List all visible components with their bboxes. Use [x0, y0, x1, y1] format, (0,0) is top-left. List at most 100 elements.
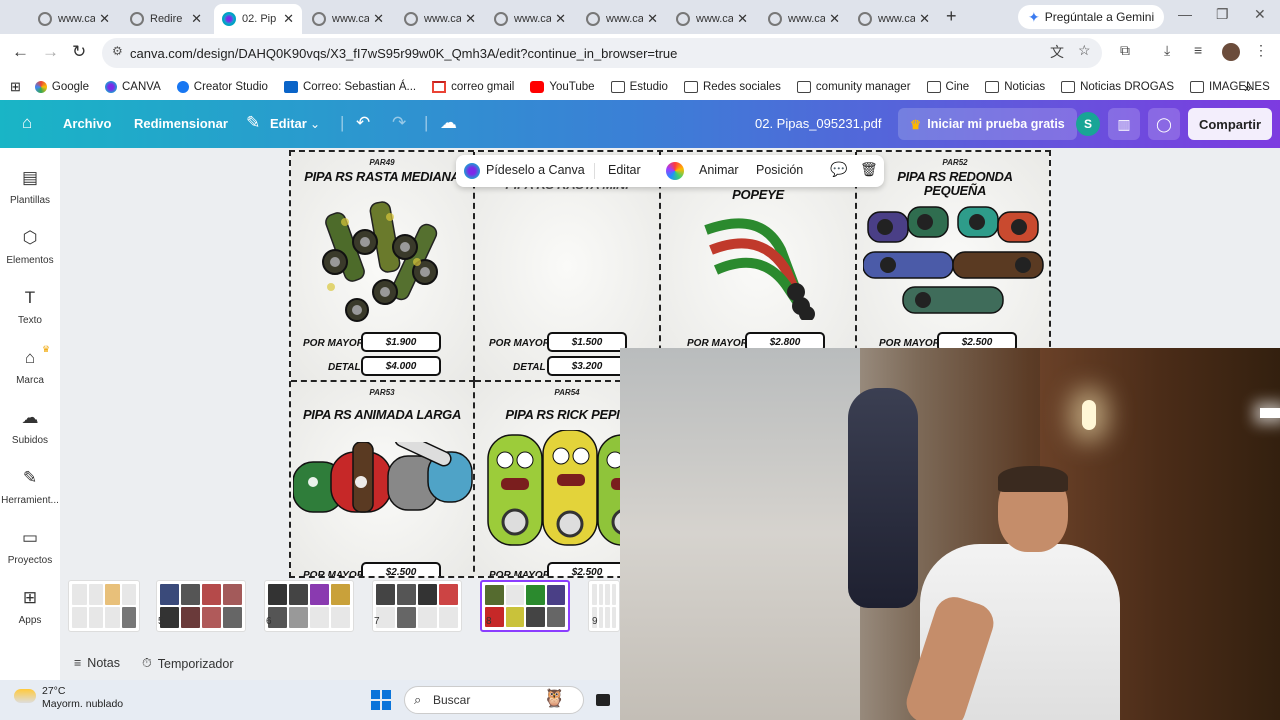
- media-icon[interactable]: ≡: [1194, 42, 1202, 58]
- free-trial-button[interactable]: ♛ Iniciar mi prueba gratis: [898, 108, 1077, 140]
- product-card[interactable]: PAR53 PIPA RS ANIMADA LARGA POR MAYOR $2…: [291, 382, 475, 576]
- page-thumbnail[interactable]: [372, 580, 462, 632]
- bookmark-folder[interactable]: IMAGENES: [1190, 81, 1270, 93]
- restore-icon[interactable]: ❐: [1216, 6, 1229, 23]
- sidebar-item-brand[interactable]: ♛ ⌂ Marca: [0, 344, 60, 386]
- close-tab-icon[interactable]: ✕: [829, 11, 840, 27]
- taskbar-app-icon[interactable]: [596, 694, 610, 706]
- gmail-icon: [432, 81, 447, 93]
- page-thumbnail[interactable]: [68, 580, 140, 632]
- cloud-saved-icon[interactable]: ☁: [440, 113, 457, 133]
- close-tab-icon[interactable]: ✕: [373, 11, 384, 27]
- edit-button[interactable]: Editar: [608, 163, 641, 177]
- redo-icon[interactable]: ↷: [392, 113, 406, 133]
- bookmark-item[interactable]: Creator Studio: [176, 81, 268, 93]
- close-tab-icon[interactable]: ✕: [555, 11, 566, 27]
- bookmark-star-icon[interactable]: ☆: [1078, 42, 1091, 59]
- edit-menu[interactable]: Editar: [270, 116, 307, 131]
- browser-tab[interactable]: www.ca ✕: [850, 4, 938, 34]
- product-card[interactable]: PAR49 PIPA RS RASTA MEDIANA POR MAYOR $1…: [291, 152, 475, 382]
- more-menu-icon[interactable]: ⋮: [1254, 42, 1268, 59]
- file-menu[interactable]: Archivo: [63, 116, 111, 131]
- extensions-icon[interactable]: ⧉: [1120, 42, 1130, 59]
- trash-icon[interactable]: 🗑: [860, 161, 878, 178]
- animate-button[interactable]: Animar: [699, 163, 739, 177]
- chevron-down-icon[interactable]: ⌄: [310, 117, 320, 131]
- close-window-icon[interactable]: ✕: [1254, 6, 1266, 23]
- bookmark-folder[interactable]: Noticias: [985, 81, 1045, 93]
- ask-canva-button[interactable]: Pídeselo a Canva: [486, 163, 585, 177]
- pipes-image: [293, 442, 473, 513]
- brand-icon: ⌂: [24, 348, 36, 367]
- bookmark-folder[interactable]: comunity manager: [796, 81, 911, 93]
- undo-icon[interactable]: ↶: [356, 113, 370, 133]
- page-thumbnail-selected[interactable]: [480, 580, 570, 632]
- close-tab-icon[interactable]: ✕: [647, 11, 658, 27]
- sidebar-item-tools[interactable]: ✎ Herramient...: [0, 468, 60, 506]
- browser-tab[interactable]: www.ca ✕: [578, 4, 666, 34]
- browser-tab[interactable]: www.ca ✕: [668, 4, 756, 34]
- weather-widget[interactable]: 27°C Mayorm. nublado: [14, 685, 123, 711]
- apps-grid-icon[interactable]: ⊞: [10, 79, 21, 95]
- close-tab-icon[interactable]: ✕: [283, 11, 294, 27]
- user-avatar[interactable]: S: [1076, 112, 1100, 136]
- browser-tab-active[interactable]: 02. Pip ✕: [214, 4, 302, 34]
- browser-tab[interactable]: www.ca ✕: [486, 4, 574, 34]
- document-title[interactable]: 02. Pipas_095231.pdf: [755, 116, 882, 131]
- minimize-icon[interactable]: —: [1178, 6, 1192, 22]
- tools-icon: ✎: [22, 468, 38, 487]
- pipes-image: [704, 218, 815, 320]
- sidebar-item-templates[interactable]: ▤ Plantillas: [0, 168, 60, 206]
- sidebar-item-projects[interactable]: ▭ Proyectos: [0, 528, 60, 566]
- browser-tab[interactable]: www.ca ✕: [760, 4, 848, 34]
- google-icon: [34, 81, 47, 93]
- close-tab-icon[interactable]: ✕: [99, 11, 110, 27]
- analytics-icon[interactable]: ▥: [1108, 108, 1140, 140]
- back-icon[interactable]: ←: [12, 42, 29, 62]
- browser-tab[interactable]: Redire ✕: [122, 4, 210, 34]
- bookmark-folder[interactable]: Cine: [926, 81, 969, 93]
- bookmark-item[interactable]: Correo: Sebastian Á...: [283, 81, 416, 93]
- browser-tab[interactable]: www.ca ✕: [396, 4, 484, 34]
- profile-avatar[interactable]: [1222, 43, 1240, 61]
- bookmark-item[interactable]: YouTube: [530, 81, 595, 93]
- translate-icon[interactable]: 文: [1050, 42, 1064, 62]
- windows-start-icon[interactable]: [371, 690, 391, 710]
- browser-tab[interactable]: www.ca ✕: [30, 4, 118, 34]
- new-tab-icon[interactable]: +: [946, 6, 957, 27]
- bookmark-item[interactable]: CANVA: [105, 81, 161, 93]
- sidebar-item-apps[interactable]: ⊞ Apps: [0, 588, 60, 626]
- color-wheel-icon[interactable]: [666, 162, 684, 180]
- share-button[interactable]: Compartir: [1188, 108, 1272, 140]
- reload-icon[interactable]: ↻: [72, 42, 86, 62]
- page-thumbnail[interactable]: [156, 580, 246, 632]
- sidebar-item-uploads[interactable]: ☁ Subidos: [0, 408, 60, 446]
- close-tab-icon[interactable]: ✕: [737, 11, 748, 27]
- close-tab-icon[interactable]: ✕: [919, 11, 930, 27]
- timer-button[interactable]: ⏱ Temporizador: [142, 656, 234, 671]
- download-icon[interactable]: ⤓: [1164, 42, 1170, 59]
- bookmark-folder[interactable]: Noticias DROGAS: [1061, 81, 1174, 93]
- add-comment-icon[interactable]: 💬: [830, 161, 847, 178]
- home-icon[interactable]: ⌂: [22, 113, 32, 133]
- site-info-icon[interactable]: ⚙: [112, 44, 123, 58]
- close-tab-icon[interactable]: ✕: [465, 11, 476, 27]
- gemini-button[interactable]: ✦ Pregúntale a Gemini: [1018, 5, 1165, 29]
- bookmark-item[interactable]: correo gmail: [432, 81, 514, 93]
- comment-icon[interactable]: ◯: [1148, 108, 1180, 140]
- sidebar-item-text[interactable]: T Texto: [0, 288, 60, 326]
- page-thumbnail[interactable]: [264, 580, 354, 632]
- more-bookmarks-icon[interactable]: »: [1244, 80, 1251, 95]
- resize-menu[interactable]: Redimensionar: [134, 116, 228, 131]
- gemini-star-icon: ✦: [1028, 8, 1040, 25]
- url-bar[interactable]: ⚙ canva.com/design/DAHQ0K90vqs/X3_fI7wS9…: [102, 38, 1102, 68]
- notes-button[interactable]: ≡ Notas: [74, 656, 120, 670]
- browser-tab[interactable]: www.ca ✕: [304, 4, 392, 34]
- forward-icon[interactable]: →: [42, 42, 59, 62]
- position-button[interactable]: Posición: [756, 163, 803, 177]
- sidebar-item-elements[interactable]: ⬡ Elementos: [0, 228, 60, 266]
- bookmark-item[interactable]: Google: [34, 81, 89, 93]
- bookmark-folder[interactable]: Redes sociales: [683, 81, 781, 93]
- bookmark-folder[interactable]: Estudio: [610, 81, 668, 93]
- close-tab-icon[interactable]: ✕: [191, 11, 202, 27]
